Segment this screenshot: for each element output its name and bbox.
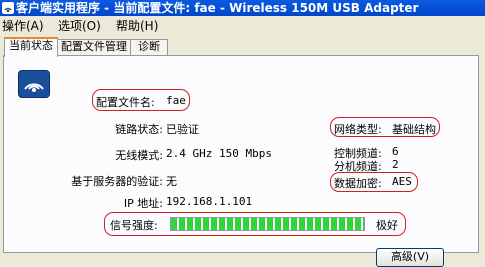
app-icon xyxy=(2,2,14,14)
tab-diagnostics[interactable]: 诊断 xyxy=(130,39,168,55)
signal-strength-bar xyxy=(170,217,365,231)
control-channel-value: 6 xyxy=(392,145,399,158)
tab-current-status[interactable]: 当前状态 xyxy=(4,37,58,57)
link-status-label: 链路状态: xyxy=(115,123,163,136)
wireless-mode-label: 无线模式: xyxy=(115,149,163,162)
menu-bar: 操作(A) 选项(O) 帮助(H) xyxy=(0,16,485,34)
network-type-value: 基础结构 xyxy=(392,123,436,136)
profile-name-label: 配置文件名: xyxy=(96,96,155,109)
ip-address-value: 192.168.1.101 xyxy=(166,195,253,208)
server-auth-label: 基于服务器的验证: xyxy=(71,175,163,188)
extension-channel-value: 2 xyxy=(392,158,399,171)
profile-name-value: fae xyxy=(166,94,186,107)
menu-options[interactable]: 选项(O) xyxy=(58,17,101,34)
menu-action[interactable]: 操作(A) xyxy=(2,17,44,34)
signal-strength-fill xyxy=(171,218,364,230)
ip-address-label: IP 地址: xyxy=(123,197,163,210)
title-bar[interactable]: 客户端实用程序 - 当前配置文件: fae - Wireless 150M US… xyxy=(0,0,485,16)
advanced-button[interactable]: 高级(V) xyxy=(376,248,444,267)
signal-quality-text: 极好 xyxy=(376,219,398,232)
wireless-mode-value: 2.4 GHz 150 Mbps xyxy=(166,147,272,160)
encryption-value: AES xyxy=(392,175,412,188)
signal-strength-label: 信号强度: xyxy=(110,219,158,232)
encryption-label: 数据加密: xyxy=(334,177,382,190)
tab-profile-management[interactable]: 配置文件管理 xyxy=(57,39,131,55)
menu-help[interactable]: 帮助(H) xyxy=(116,17,158,34)
server-auth-value: 无 xyxy=(166,175,177,188)
tab-strip: 当前状态 配置文件管理 诊断 xyxy=(0,37,485,57)
network-type-label: 网络类型: xyxy=(334,123,382,136)
extension-channel-label: 分机频道: xyxy=(334,160,382,173)
wireless-icon xyxy=(18,70,50,98)
window-title: 客户端实用程序 - 当前配置文件: fae - Wireless 150M US… xyxy=(16,1,419,15)
link-status-value: 已验证 xyxy=(166,123,199,136)
